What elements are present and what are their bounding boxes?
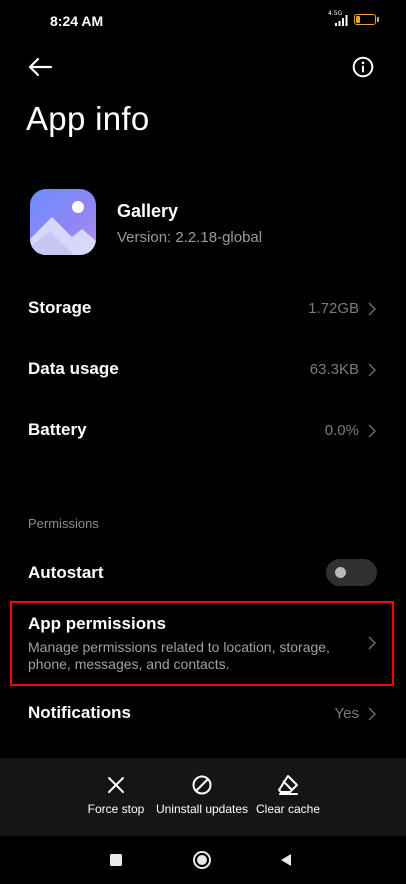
chevron-right-icon [366,363,378,377]
battery-label: Battery [28,420,87,439]
chevron-right-icon [366,636,378,650]
autostart-label: Autostart [28,563,104,582]
storage-value: 1.72GB [308,300,359,317]
arrow-left-icon [28,57,53,77]
triangle-back-icon [281,854,291,866]
uninstall-updates-label: Uninstall updates [155,802,249,816]
data-usage-value: 63.3KB [309,361,359,378]
close-icon [108,777,124,793]
home-button[interactable] [190,848,214,872]
navigation-bar [0,836,406,884]
toggle-knob [335,567,346,578]
clear-cache-label: Clear cache [255,802,321,816]
battery-icon: 22 [354,14,379,25]
data-usage-label: Data usage [28,359,119,378]
notifications-value: Yes [334,705,359,722]
app-name: Gallery [117,201,179,221]
page-title: App info [26,100,150,137]
recents-button[interactable] [104,848,128,872]
back-button[interactable] [22,52,58,82]
chevron-right-icon [366,302,378,316]
gallery-app-icon [30,189,96,255]
signal-icon [335,15,348,26]
battery-row[interactable]: Battery 0.0% [0,412,406,448]
storage-row[interactable]: Storage 1.72GB [0,290,406,326]
status-bar: 8:24 AM 4.5G 22 [0,0,406,42]
chevron-right-icon [366,707,378,721]
storage-label: Storage [28,298,92,317]
app-permissions-title: App permissions [28,614,166,633]
notifications-label: Notifications [28,703,131,722]
clear-cache-button[interactable]: Clear cache [254,774,322,816]
battery-tip [377,17,379,22]
circle-icon [193,851,211,869]
info-circle-icon [352,56,374,78]
nav-back-button[interactable] [274,848,298,872]
square-icon [110,854,122,866]
eraser-icon [278,775,298,795]
status-time: 8:24 AM [50,13,104,29]
battery-level: 22 [360,15,370,24]
network-indicator: 4.5G [328,11,350,28]
chevron-right-icon [366,424,378,438]
force-stop-button[interactable]: Force stop [84,774,148,816]
battery-value: 0.0% [324,422,359,439]
app-version: Version: 2.2.18-global [117,229,263,246]
bottom-action-bar: Force stop Uninstall updates Clear cache [0,758,406,836]
permissions-section-header: Permissions [28,516,99,531]
notifications-row[interactable]: Notifications Yes [0,695,406,731]
uninstall-updates-button[interactable]: Uninstall updates [152,774,252,816]
force-stop-label: Force stop [87,802,145,816]
data-usage-row[interactable]: Data usage 63.3KB [0,351,406,387]
info-button[interactable] [348,52,378,82]
autostart-toggle[interactable] [326,559,377,586]
prohibited-icon [192,775,212,795]
app-permissions-description: Manage permissions related to location, … [28,639,330,672]
